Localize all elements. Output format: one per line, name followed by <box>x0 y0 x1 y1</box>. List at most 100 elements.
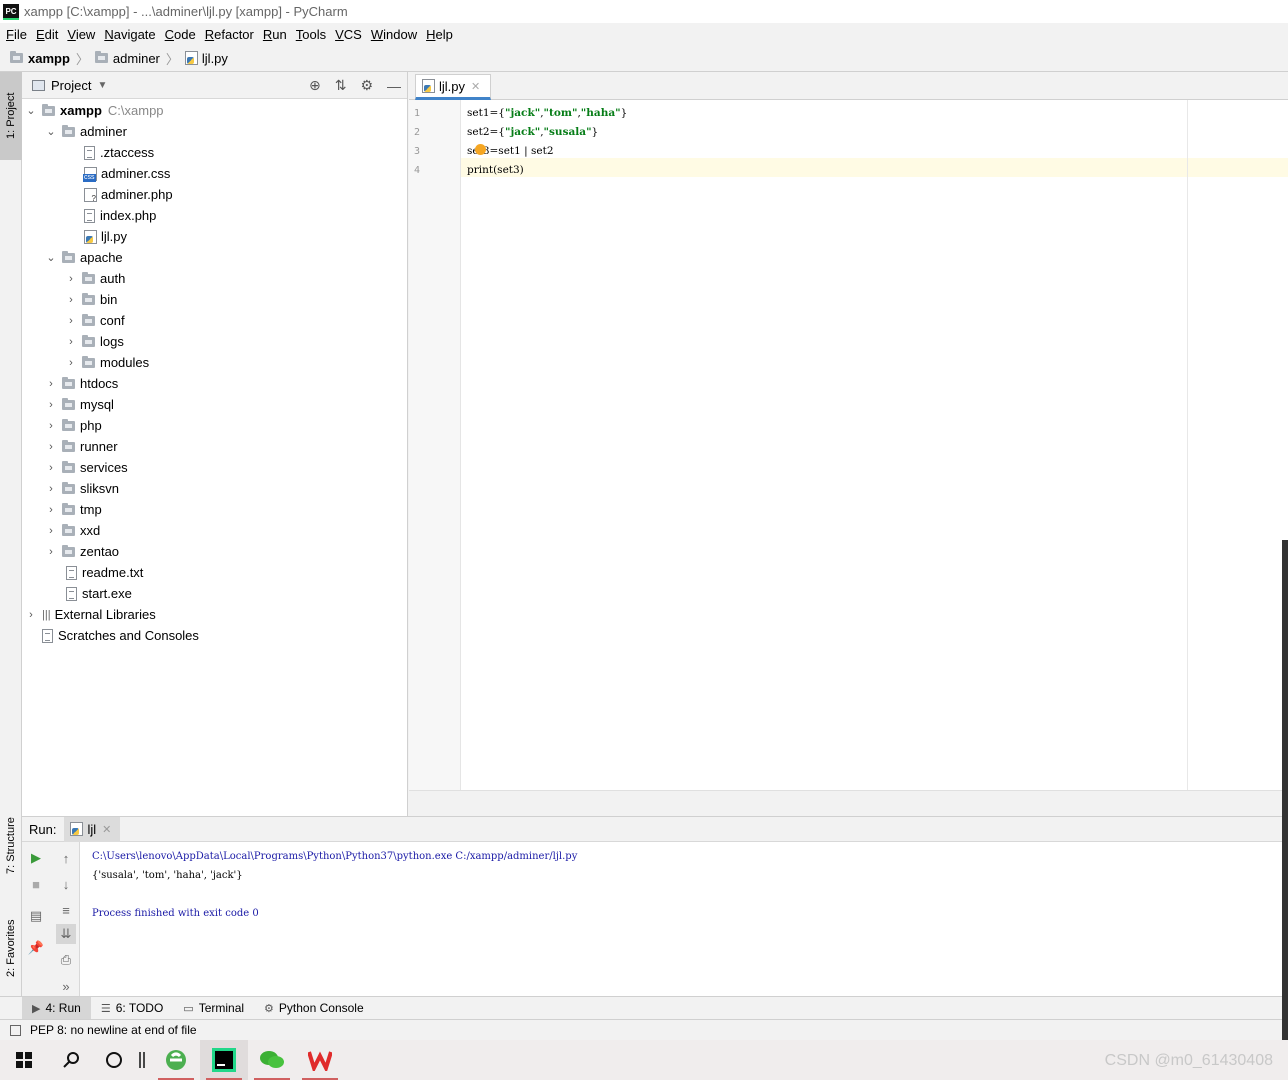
menu-window[interactable]: Window <box>371 27 417 42</box>
soft-wrap-icon[interactable]: ≡ <box>56 900 76 920</box>
tree-file[interactable]: readme.txt <box>66 562 143 583</box>
breadcrumb-adminer[interactable]: adminer <box>113 51 160 66</box>
tree-folder[interactable]: › services <box>44 457 128 478</box>
stop-icon[interactable]: ■ <box>26 874 46 894</box>
tree-file[interactable]: adminer.css <box>83 163 170 184</box>
chevron-right-icon[interactable]: › <box>44 546 58 558</box>
tree-folder[interactable]: › conf <box>64 310 124 331</box>
chevron-right-icon[interactable]: › <box>44 483 58 495</box>
tree-root[interactable]: ⌄ xampp C:\xampp <box>24 100 163 121</box>
menu-refactor[interactable]: Refactor <box>205 27 254 42</box>
chevron-down-icon[interactable]: ⌄ <box>24 104 38 117</box>
tree-folder[interactable]: › modules <box>64 352 149 373</box>
menu-view[interactable]: View <box>67 27 95 42</box>
bottom-tab-run[interactable]: ▶ 4: Run <box>22 996 91 1020</box>
bottom-tab-python-console[interactable]: ⚙ Python Console <box>254 997 374 1020</box>
windows-start-icon[interactable] <box>0 1040 48 1080</box>
tree-file[interactable]: start.exe <box>66 583 132 604</box>
task-view-icon[interactable] <box>132 1040 152 1080</box>
tree-folder[interactable]: › logs <box>64 331 124 352</box>
tree-folder[interactable]: › auth <box>64 268 125 289</box>
chevron-right-icon[interactable]: › <box>44 441 58 453</box>
tree-folder-adminer[interactable]: ⌄ adminer <box>44 121 127 142</box>
pin-icon[interactable]: 📌 <box>26 938 46 958</box>
breadcrumb-root[interactable]: xampp <box>28 51 70 66</box>
print-icon[interactable]: ⎙ <box>56 950 76 970</box>
down-arrow-icon[interactable]: ↓ <box>56 874 76 894</box>
tool-tab-favorites[interactable]: 2: Favorites <box>0 904 22 992</box>
intention-bulb-icon[interactable] <box>475 144 486 155</box>
menu-edit[interactable]: Edit <box>36 27 58 42</box>
chevron-right-icon[interactable]: › <box>64 336 78 348</box>
chevron-right-icon[interactable]: › <box>44 525 58 537</box>
rerun-icon[interactable]: ▶ <box>26 848 46 868</box>
pycharm-logo-icon: PC <box>3 3 19 20</box>
chevron-right-icon[interactable]: › <box>44 378 58 390</box>
tree-file[interactable]: ljl.py <box>84 226 127 247</box>
status-toggle-icon[interactable] <box>10 1024 21 1036</box>
menu-vcs[interactable]: VCS <box>335 27 362 42</box>
tree-folder[interactable]: › runner <box>44 436 117 457</box>
scroll-to-end-icon[interactable]: ⇊ <box>56 924 76 944</box>
wps-icon[interactable] <box>296 1040 344 1080</box>
close-icon[interactable]: ✕ <box>471 80 480 93</box>
tree-folder[interactable]: › sliksvn <box>44 478 119 499</box>
tree-external-libraries[interactable]: › ||| External Libraries <box>24 604 156 625</box>
bottom-tab-todo[interactable]: ☰ 6: TODO <box>91 997 173 1020</box>
more-icon[interactable]: » <box>56 976 76 996</box>
menu-help[interactable]: Help <box>426 27 453 42</box>
chevron-right-icon[interactable]: › <box>44 504 58 516</box>
code-text-area[interactable]: set1={"jack","tom","haha"} set2={"jack",… <box>461 100 1288 790</box>
console-output[interactable]: C:\Users\lenovo\AppData\Local\Programs\P… <box>92 847 577 923</box>
chevron-right-icon[interactable]: › <box>44 420 58 432</box>
search-icon[interactable] <box>48 1040 96 1080</box>
chevron-right-icon[interactable]: › <box>64 357 78 369</box>
tree-scratches[interactable]: Scratches and Consoles <box>42 625 199 646</box>
chevron-down-icon[interactable]: ⌄ <box>44 251 58 264</box>
chevron-down-icon[interactable]: ⌄ <box>44 125 58 138</box>
run-tab-ljl[interactable]: ljl ✕ <box>64 816 121 842</box>
gear-icon[interactable]: ⚙ <box>360 77 373 94</box>
tree-file[interactable]: .ztaccess <box>84 142 154 163</box>
tree-folder[interactable]: › bin <box>64 289 117 310</box>
chevron-down-icon[interactable]: ▼ <box>97 80 107 91</box>
menu-tools[interactable]: Tools <box>296 27 326 42</box>
tree-folder[interactable]: › php <box>44 415 102 436</box>
tree-file[interactable]: index.php <box>84 205 156 226</box>
wechat-icon[interactable] <box>248 1040 296 1080</box>
chevron-right-icon[interactable]: › <box>44 399 58 411</box>
chevron-right-icon[interactable]: › <box>64 315 78 327</box>
chevron-right-icon[interactable]: › <box>64 294 78 306</box>
editor-tab-ljl[interactable]: ljl.py ✕ <box>415 74 491 100</box>
menu-code[interactable]: Code <box>165 27 196 42</box>
folder-icon <box>62 523 75 536</box>
chevron-right-icon[interactable]: › <box>24 609 38 621</box>
up-arrow-icon[interactable]: ↑ <box>56 848 76 868</box>
menu-navigate[interactable]: Navigate <box>104 27 155 42</box>
bottom-tab-terminal[interactable]: ▭ Terminal <box>173 997 254 1020</box>
chevron-right-icon[interactable]: › <box>44 462 58 474</box>
locate-icon[interactable]: ⊕ <box>309 77 321 94</box>
tree-folder[interactable]: › mysql <box>44 394 114 415</box>
collapse-all-icon[interactable]: ⇅ <box>335 77 347 94</box>
project-view-selector[interactable]: Project <box>51 78 91 93</box>
tree-folder-apache[interactable]: ⌄ apache <box>44 247 122 268</box>
tool-tab-project[interactable]: 1: Project <box>0 72 22 160</box>
chevron-right-icon[interactable]: › <box>64 273 78 285</box>
pycharm-taskbar-icon[interactable] <box>200 1040 248 1080</box>
tree-root-name: xampp <box>60 103 102 118</box>
browser-icon[interactable] <box>152 1040 200 1080</box>
menu-file[interactable]: File <box>6 27 27 42</box>
menu-run[interactable]: Run <box>263 27 287 42</box>
tree-folder[interactable]: › htdocs <box>44 373 118 394</box>
cortana-icon[interactable] <box>96 1040 132 1080</box>
tool-tab-structure[interactable]: 7: Structure <box>0 804 22 888</box>
layout-icon[interactable]: ▤ <box>26 906 46 926</box>
tree-file[interactable]: adminer.php <box>84 184 173 205</box>
hide-panel-icon[interactable]: — <box>387 78 401 94</box>
breadcrumb-file[interactable]: ljl.py <box>202 51 228 66</box>
tree-folder[interactable]: › xxd <box>44 520 100 541</box>
close-icon[interactable]: ✕ <box>102 823 111 836</box>
tree-folder[interactable]: › tmp <box>44 499 102 520</box>
tree-folder[interactable]: › zentao <box>44 541 119 562</box>
